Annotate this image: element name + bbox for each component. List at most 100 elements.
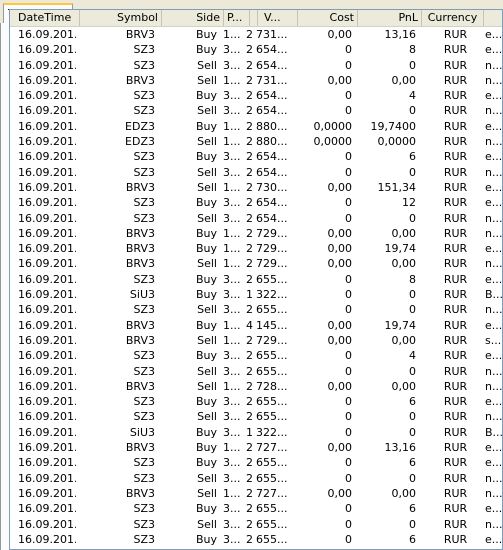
table-row[interactable]: 16.09.201... SiU3 Buy 3... 1322... 0 0 RUR B... (10, 425, 502, 440)
table-row[interactable]: 16.09.201... BRV3 Sell 1... 2727... 0,00 0,00 R… (10, 486, 502, 501)
side-cell: Buy (195, 150, 217, 164)
table-row[interactable]: 16.09.201... BRV3 Sell 1... 2728... 0,00 0,00 R… (10, 379, 502, 394)
column-header-datetime[interactable]: DateTime (10, 10, 80, 26)
column-header-price[interactable]: P... (224, 10, 250, 26)
column-header-currency[interactable]: Currency (422, 10, 484, 26)
table-row[interactable]: 16.09.201... SZ3 Buy 3... 2655... 0 6 RUR e... (10, 455, 502, 470)
table-row[interactable]: 16.09.201... SZ3 Buy 3... 2654... 0 4 RUR e... (10, 88, 502, 103)
cost-cell: 0 (345, 395, 352, 409)
side-cell: Buy (195, 502, 217, 516)
column-header-volume[interactable]: V... (258, 10, 298, 26)
table-row[interactable]: 16.09.201... SZ3 Buy 3... 2655... 0 8 RUR e... (10, 272, 502, 287)
cost-cell: 0,00 (327, 333, 353, 347)
symbol-cell: SiU3 (129, 425, 155, 439)
cost-cell: 0,0000 (313, 119, 353, 133)
currency-cell: RUR (443, 410, 468, 424)
side-cell: Sell (197, 333, 217, 347)
pnl-cell: 0 (409, 211, 416, 225)
table-row[interactable]: 16.09.201... SZ3 Buy 3... 2655... 0 4 RUR e... (10, 348, 502, 363)
extra-cell: e... (485, 180, 503, 194)
table-row[interactable]: 16.09.201... BRV3 Sell 1... 2729... 0,00 0,00 R… (10, 333, 502, 348)
table-row[interactable]: 16.09.201... SZ3 Buy 3... 2654... 0 12 RUR e... (10, 195, 502, 210)
table-row[interactable]: 16.09.201... SiU3 Buy 3... 1322... 0 0 RUR B... (10, 287, 502, 302)
quantity-cell: 2 (246, 211, 253, 225)
table-row[interactable]: 16.09.201... SZ3 Buy 3... 2654... 0 6 RUR e... (10, 149, 502, 164)
table-row[interactable]: 16.09.201... SZ3 Buy 3... 2654... 0 8 RUR e... (10, 42, 503, 57)
volume-cell: 654... (256, 58, 288, 72)
table-row[interactable]: 16.09.201... SZ3 Buy 3... 2655... 0 6 RUR e... (10, 532, 502, 547)
side-cell: Sell (197, 180, 217, 194)
side-cell: Buy (195, 318, 217, 332)
table-row[interactable]: 16.09.201... SZ3 Sell 3... 2654... 0 0 RUR n... (10, 165, 502, 180)
table-row[interactable]: 16.09.201... SZ3 Sell 3... 2655... 0 0 RUR n... (10, 364, 502, 379)
price-cell: 3... (223, 395, 241, 409)
quantity-cell: 2 (246, 303, 253, 317)
extra-cell: e... (485, 441, 503, 455)
cost-cell: 0 (345, 211, 352, 225)
table-row[interactable]: 16.09.201... EDZ3 Sell 1... 2880... 0,0000 0,0… (10, 134, 503, 149)
quantity-cell: 2 (246, 135, 253, 149)
pnl-cell: 4 (409, 349, 416, 363)
extra-cell: n... (485, 58, 503, 72)
price-cell: 1... (223, 486, 241, 500)
pnl-cell: 0,00 (391, 486, 417, 500)
column-header-cost[interactable]: Cost (298, 10, 358, 26)
table-row[interactable]: 16.09.201... BRV3 Buy 1... 2729... 0,00 0,00 RU… (10, 226, 502, 241)
datetime-cell: 16.09.201... (18, 410, 76, 424)
currency-cell: RUR (443, 89, 468, 103)
side-cell: Sell (197, 135, 217, 149)
price-cell: 1... (223, 257, 241, 271)
table-row[interactable]: 16.09.201... BRV3 Buy 1... 2731... 0,00 13,16 R… (10, 27, 503, 42)
table-row[interactable]: 16.09.201... SZ3 Sell 3... 2655... 0 0 RUR n... (10, 302, 502, 317)
cost-cell: 0 (345, 364, 352, 378)
table-row[interactable]: 16.09.201... BRV3 Sell 1... 2729... 0,00 0,00 R… (10, 256, 502, 271)
table-row[interactable]: 16.09.201... SZ3 Buy 3... 2655... 0 6 RUR e... (10, 394, 502, 409)
quantity-cell: 2 (246, 242, 253, 256)
column-header-quantity[interactable] (250, 10, 258, 26)
table-row[interactable]: 16.09.201... SZ3 Sell 3... 2655... 0 0 RUR n... (10, 471, 502, 486)
column-header-pnl[interactable]: PnL (358, 10, 422, 26)
extra-cell: e... (485, 43, 503, 57)
datetime-cell: 16.09.201... (18, 349, 76, 363)
table-row[interactable]: 16.09.201... BRV3 Sell 1... 2731... 0,00 0,00 R… (10, 73, 503, 88)
column-header-symbol[interactable]: Symbol (80, 10, 162, 26)
cost-cell: 0 (345, 104, 352, 118)
symbol-cell: BRV3 (125, 379, 155, 393)
extra-cell: n... (485, 73, 503, 87)
table-row[interactable]: 16.09.201... BRV3 Buy 1... 4145... 0,00 19,74 R… (10, 318, 502, 333)
column-header-extra[interactable] (484, 10, 502, 26)
cost-cell: 0 (345, 196, 352, 210)
transactions-grid[interactable]: DateTime Symbol Side P... V... Cost PnL … (9, 9, 503, 550)
table-row[interactable]: 16.09.201... SZ3 Buy 3... 2655... 0 6 RUR e... (10, 501, 502, 516)
extra-cell: e... (485, 28, 503, 41)
quantity-cell: 2 (246, 456, 253, 470)
column-header-side[interactable]: Side (162, 10, 224, 26)
table-row[interactable]: 16.09.201... SZ3 Sell 3... 2654... 0 0 RUR n... (10, 103, 502, 118)
table-row[interactable]: 16.09.201... BRV3 Buy 1... 2727... 0,00 13,16 R… (10, 440, 503, 455)
currency-cell: RUR (443, 303, 468, 317)
pnl-cell: 0,00 (391, 333, 417, 347)
currency-cell: RUR (443, 471, 468, 485)
table-row[interactable]: 16.09.201... SZ3 Sell 3... 2655... 0 0 RUR n... (10, 409, 502, 424)
table-row[interactable]: 16.09.201... EDZ3 Buy 1... 2880... 0,0000 19,7… (10, 119, 502, 134)
cost-cell: 0 (345, 349, 352, 363)
pnl-cell: 4 (409, 89, 416, 103)
side-cell: Buy (195, 242, 217, 256)
price-cell: 1... (223, 333, 241, 347)
cost-cell: 0 (345, 532, 352, 546)
datetime-cell: 16.09.201... (18, 89, 76, 103)
table-row[interactable]: 16.09.201... SZ3 Sell 3... 2655... 0 0 RUR n... (10, 517, 502, 532)
datetime-cell: 16.09.201... (18, 211, 76, 225)
pnl-cell: 0,00 (391, 379, 417, 393)
table-row[interactable]: 16.09.201... BRV3 Sell 1... 2730... 0,00 151,3… (10, 180, 503, 195)
volume-cell: 729... (256, 257, 288, 271)
volume-cell: 655... (256, 303, 288, 317)
table-row[interactable]: 16.09.201... SZ3 Sell 3... 2654... 0 0 RUR n... (10, 58, 503, 73)
currency-cell: RUR (443, 135, 468, 149)
table-row[interactable]: 16.09.201... SZ3 Sell 3... 2654... 0 0 RUR n... (10, 211, 502, 226)
pnl-cell: 8 (409, 43, 416, 57)
table-row[interactable]: 16.09.201... BRV3 Buy 1... 2729... 0,00 19,74 R… (10, 241, 502, 256)
cost-cell: 0 (345, 456, 352, 470)
volume-cell: 731... (256, 73, 288, 87)
extra-cell: n... (485, 135, 503, 149)
